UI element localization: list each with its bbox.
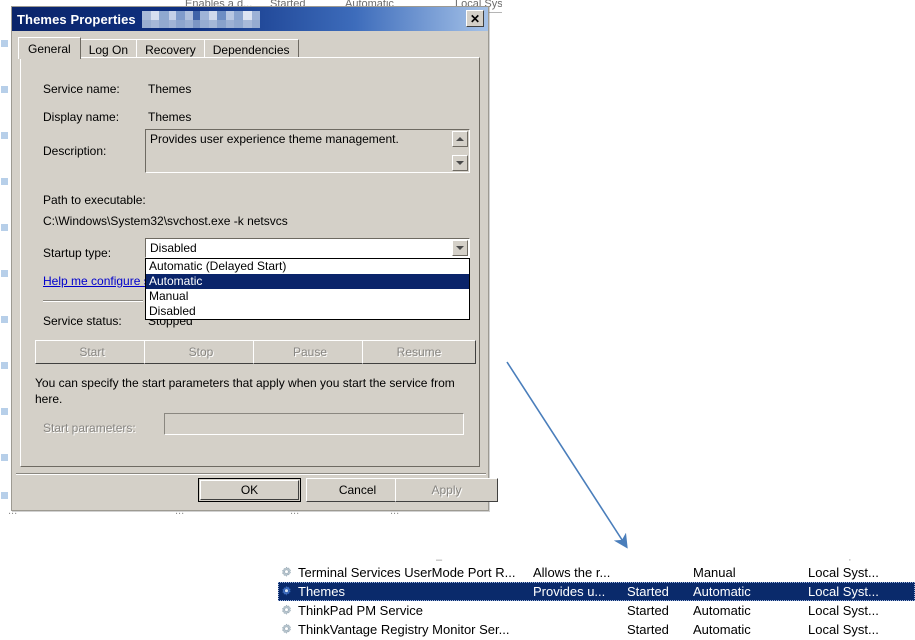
service-gear-icon bbox=[282, 585, 291, 596]
dialog-tabs: General Log On Recovery Dependencies bbox=[18, 37, 488, 59]
cancel-button[interactable]: Cancel bbox=[306, 478, 409, 502]
service-log-on-as: Local Syst... bbox=[808, 584, 879, 599]
service-log-on-as: Local Syst... bbox=[808, 565, 879, 580]
description-value: Provides user experience theme managemen… bbox=[150, 132, 399, 146]
table-row[interactable]: ThinkPad PM Service Started Automatic Lo… bbox=[278, 601, 915, 620]
dialog-title: Themes Properties bbox=[17, 11, 136, 27]
service-gear-icon bbox=[282, 566, 291, 577]
apply-button[interactable]: Apply bbox=[395, 478, 498, 502]
dropdown-option-automatic-delayed[interactable]: Automatic (Delayed Start) bbox=[146, 259, 469, 274]
path-to-executable-value: C:\Windows\System32\svchost.exe -k netsv… bbox=[43, 214, 288, 228]
service-description: Provides u... bbox=[533, 584, 606, 599]
tab-log-on[interactable]: Log On bbox=[79, 39, 138, 59]
service-gear-icon bbox=[282, 604, 291, 615]
start-button[interactable]: Start bbox=[35, 340, 149, 364]
screen: Enables a d... Started Automatic Local S… bbox=[0, 0, 915, 640]
tab-recovery[interactable]: Recovery bbox=[136, 39, 205, 59]
service-gear-icon bbox=[282, 623, 291, 634]
dropdown-option-automatic[interactable]: Automatic bbox=[146, 274, 469, 289]
display-name-value: Themes bbox=[148, 110, 192, 124]
startup-type-value: Disabled bbox=[150, 241, 197, 255]
start-parameters-input[interactable] bbox=[164, 413, 464, 435]
service-startup: Manual bbox=[693, 565, 736, 580]
dialog-titlebar[interactable]: Themes Properties ✕ bbox=[12, 7, 488, 31]
service-name: ThinkVantage Registry Monitor Ser... bbox=[298, 622, 510, 637]
service-name: Themes bbox=[298, 584, 345, 599]
table-row[interactable]: Terminal Services UserMode Port R... All… bbox=[278, 563, 915, 582]
service-name: Terminal Services UserMode Port R... bbox=[298, 565, 516, 580]
help-configure-link[interactable]: Help me configure s bbox=[43, 274, 150, 288]
section-divider bbox=[43, 300, 143, 302]
start-parameters-label: Start parameters: bbox=[43, 421, 136, 435]
table-row-selected[interactable]: Themes Provides u... Started Automatic L… bbox=[278, 582, 915, 601]
scroll-down-icon[interactable] bbox=[452, 155, 468, 171]
dropdown-option-manual[interactable]: Manual bbox=[146, 289, 469, 304]
service-log-on-as: Local Syst... bbox=[808, 622, 879, 637]
chevron-down-icon[interactable] bbox=[452, 240, 468, 256]
startup-type-dropdown-list[interactable]: Automatic (Delayed Start) Automatic Manu… bbox=[145, 258, 470, 320]
resume-button[interactable]: Resume bbox=[362, 340, 476, 364]
pause-button[interactable]: Pause bbox=[253, 340, 367, 364]
service-name-label: Service name: bbox=[43, 82, 120, 96]
startup-type-combobox[interactable]: Disabled bbox=[145, 238, 470, 258]
general-tab-panel: Service name: Themes Display name: Theme… bbox=[20, 57, 480, 467]
service-log-on-as: Local Syst... bbox=[808, 603, 879, 618]
stop-button[interactable]: Stop bbox=[144, 340, 258, 364]
services-list[interactable]: Terminal Services UserMode Port R... All… bbox=[278, 563, 915, 640]
ok-button-label: OK bbox=[200, 480, 299, 500]
service-startup: Automatic bbox=[693, 622, 751, 637]
scroll-up-icon[interactable] bbox=[452, 131, 468, 147]
path-to-executable-label: Path to executable: bbox=[43, 193, 146, 207]
display-name-label: Display name: bbox=[43, 110, 120, 124]
description-label: Description: bbox=[43, 144, 107, 158]
service-status-label: Service status: bbox=[43, 314, 122, 328]
themes-properties-dialog: Themes Properties ✕ General Log On Recov… bbox=[11, 6, 498, 511]
ok-button[interactable]: OK bbox=[198, 478, 301, 502]
close-icon[interactable]: ✕ bbox=[466, 10, 484, 27]
service-status: Started bbox=[627, 603, 669, 618]
tab-dependencies[interactable]: Dependencies bbox=[203, 39, 299, 59]
footer-divider bbox=[16, 473, 486, 475]
service-startup: Automatic bbox=[693, 603, 751, 618]
service-status: Started bbox=[627, 622, 669, 637]
service-name-value: Themes bbox=[148, 82, 192, 96]
tab-general[interactable]: General bbox=[18, 37, 81, 59]
service-name: ThinkPad PM Service bbox=[298, 603, 423, 618]
service-description: Allows the r... bbox=[533, 565, 611, 580]
dropdown-option-disabled[interactable]: Disabled bbox=[146, 304, 469, 319]
table-row[interactable]: ThinkVantage Registry Monitor Ser... Sta… bbox=[278, 620, 915, 639]
service-status: Started bbox=[627, 584, 669, 599]
start-parameters-help-text: You can specify the start parameters tha… bbox=[35, 376, 455, 406]
service-startup: Automatic bbox=[693, 584, 751, 599]
redacted-block bbox=[141, 10, 260, 28]
startup-type-label: Startup type: bbox=[43, 246, 112, 260]
annotation-arrow-icon bbox=[506, 361, 628, 549]
description-textbox[interactable]: Provides user experience theme managemen… bbox=[145, 129, 470, 173]
